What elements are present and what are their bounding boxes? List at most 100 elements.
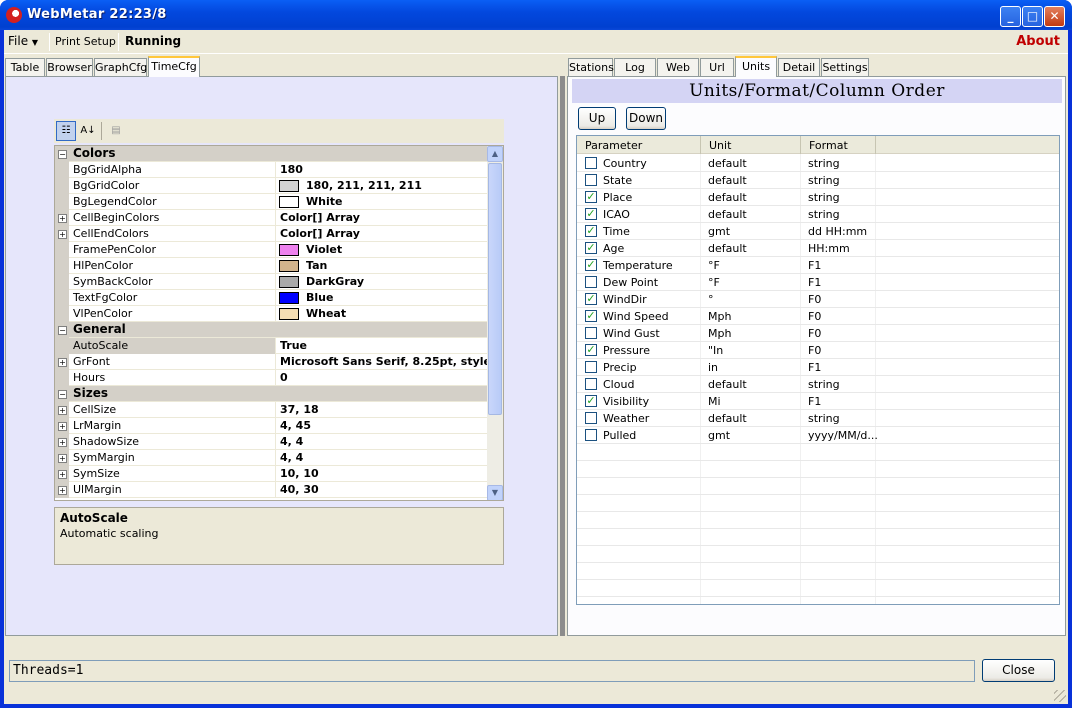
table-row[interactable]: ✓ Time gmt dd HH:mm <box>577 223 1059 240</box>
property-value[interactable]: 4, 4 <box>275 450 488 466</box>
property-value[interactable]: 180 <box>275 162 488 178</box>
scroll-down-icon[interactable]: ▼ <box>487 485 503 500</box>
table-row[interactable]: Precip in F1 <box>577 359 1059 376</box>
property-value[interactable]: True <box>275 338 488 354</box>
down-button[interactable]: Down <box>626 107 666 130</box>
checkbox-unchecked[interactable] <box>585 157 597 169</box>
property-category[interactable]: − Sizes <box>55 386 488 402</box>
property-value[interactable]: Violet <box>275 242 488 258</box>
splitter[interactable] <box>560 76 565 636</box>
property-row[interactable]: + UlMargin 40, 30 <box>55 482 488 498</box>
column-header-unit[interactable]: Unit <box>701 136 801 154</box>
property-category[interactable]: − Colors <box>55 146 488 162</box>
property-value[interactable]: Tan <box>275 258 488 274</box>
table-row[interactable]: ✓ Wind Speed Mph F0 <box>577 308 1059 325</box>
checkbox-checked[interactable]: ✓ <box>585 344 597 356</box>
table-row[interactable]: ✓ Age default HH:mm <box>577 240 1059 257</box>
units-listview[interactable]: Parameter Unit Format Country default stri… <box>576 135 1060 605</box>
checkbox-checked[interactable]: ✓ <box>585 225 597 237</box>
collapse-icon[interactable]: − <box>58 150 67 159</box>
scroll-thumb[interactable] <box>488 163 502 415</box>
tab-timecfg[interactable]: TimeCfg <box>148 56 200 77</box>
checkbox-checked[interactable]: ✓ <box>585 395 597 407</box>
resize-grip[interactable] <box>1054 690 1066 702</box>
tab-settings[interactable]: Settings <box>821 58 869 76</box>
property-value[interactable]: 0 <box>275 370 488 386</box>
checkbox-unchecked[interactable] <box>585 412 597 424</box>
property-row[interactable]: VlPenColor Wheat <box>55 306 488 322</box>
collapse-icon[interactable]: − <box>58 326 67 335</box>
property-row[interactable]: BgGridColor 180, 211, 211, 211 <box>55 178 488 194</box>
checkbox-unchecked[interactable] <box>585 276 597 288</box>
property-value[interactable]: Microsoft Sans Serif, 8.25pt, style=Bo <box>275 354 488 370</box>
property-row[interactable]: + CellBeginColors Color[] Array <box>55 210 488 226</box>
column-header-format[interactable]: Format <box>801 136 876 154</box>
property-row[interactable]: + CellSize 37, 18 <box>55 402 488 418</box>
alphabetical-sort-icon[interactable]: A↓ <box>78 121 98 141</box>
property-value[interactable]: Wheat <box>275 306 488 322</box>
property-value[interactable]: White <box>275 194 488 210</box>
property-grid[interactable]: − Colors BgGridAlpha 180 BgGridColor 180, 211… <box>54 145 504 501</box>
checkbox-unchecked[interactable] <box>585 378 597 390</box>
property-value[interactable]: 4, 45 <box>275 418 488 434</box>
checkbox-checked[interactable]: ✓ <box>585 259 597 271</box>
property-value[interactable]: Color[] Array <box>275 210 488 226</box>
categorized-icon[interactable]: ☷ <box>56 121 76 141</box>
property-value[interactable]: Blue <box>275 290 488 306</box>
table-row[interactable]: ✓ Pressure "In F0 <box>577 342 1059 359</box>
expand-icon[interactable]: + <box>58 454 67 463</box>
table-row[interactable]: ✓ WindDir ° F0 <box>577 291 1059 308</box>
property-row[interactable]: BgLegendColor White <box>55 194 488 210</box>
checkbox-unchecked[interactable] <box>585 327 597 339</box>
checkbox-unchecked[interactable] <box>585 361 597 373</box>
table-row[interactable]: Country default string <box>577 155 1059 172</box>
property-row[interactable]: TextFgColor Blue <box>55 290 488 306</box>
menu-print-setup[interactable]: Print Setup <box>55 35 116 48</box>
property-value[interactable]: 37, 18 <box>275 402 488 418</box>
close-button[interactable]: Close <box>982 659 1055 682</box>
tab-url[interactable]: Url <box>700 58 734 76</box>
table-row[interactable]: Cloud default string <box>577 376 1059 393</box>
table-row[interactable]: ✓ Temperature °F F1 <box>577 257 1059 274</box>
checkbox-unchecked[interactable] <box>585 174 597 186</box>
property-row[interactable]: FramePenColor Violet <box>55 242 488 258</box>
expand-icon[interactable]: + <box>58 438 67 447</box>
property-value[interactable]: DarkGray <box>275 274 488 290</box>
property-row[interactable]: + ShadowSize 4, 4 <box>55 434 488 450</box>
tab-browser[interactable]: Browser <box>46 58 93 76</box>
expand-icon[interactable]: + <box>58 230 67 239</box>
property-pages-icon[interactable]: ▤ <box>106 121 126 141</box>
checkbox-checked[interactable]: ✓ <box>585 310 597 322</box>
property-row[interactable]: + LrMargin 4, 45 <box>55 418 488 434</box>
property-value[interactable]: Color[] Array <box>275 226 488 242</box>
property-row[interactable]: HlPenColor Tan <box>55 258 488 274</box>
expand-icon[interactable]: + <box>58 486 67 495</box>
property-value[interactable]: 4, 4 <box>275 434 488 450</box>
property-value[interactable]: 40, 30 <box>275 482 488 498</box>
table-row[interactable]: ✓ Visibility Mi F1 <box>577 393 1059 410</box>
about-menu[interactable]: About <box>1016 34 1060 49</box>
tab-web[interactable]: Web <box>657 58 699 76</box>
menu-file[interactable]: File ▼ <box>8 34 38 48</box>
property-row[interactable]: Hours 0 <box>55 370 488 386</box>
property-row[interactable]: + GrFont Microsoft Sans Serif, 8.25pt, sty… <box>55 354 488 370</box>
expand-icon[interactable]: + <box>58 358 67 367</box>
tab-log[interactable]: Log <box>614 58 656 76</box>
checkbox-checked[interactable]: ✓ <box>585 293 597 305</box>
expand-icon[interactable]: + <box>58 470 67 479</box>
property-row[interactable]: + SymMargin 4, 4 <box>55 450 488 466</box>
title-bar[interactable]: WebMetar 22:23/8 _ □ ✕ <box>0 0 1072 30</box>
tab-stations[interactable]: Stations <box>568 58 614 76</box>
maximize-button[interactable]: □ <box>1022 6 1043 27</box>
table-row[interactable]: ✓ Place default string <box>577 189 1059 206</box>
property-row[interactable]: + SymSize 10, 10 <box>55 466 488 482</box>
table-row[interactable]: Wind Gust Mph F0 <box>577 325 1059 342</box>
property-row[interactable]: + CellEndColors Color[] Array <box>55 226 488 242</box>
property-grid-scrollbar[interactable]: ▲ ▼ <box>487 146 503 500</box>
app-icon[interactable] <box>6 7 22 23</box>
tab-graphcfg[interactable]: GraphCfg <box>94 58 147 76</box>
property-value[interactable]: 10, 10 <box>275 466 488 482</box>
table-row[interactable]: Pulled gmt yyyy/MM/d... <box>577 427 1059 444</box>
up-button[interactable]: Up <box>578 107 616 130</box>
collapse-icon[interactable]: − <box>58 390 67 399</box>
